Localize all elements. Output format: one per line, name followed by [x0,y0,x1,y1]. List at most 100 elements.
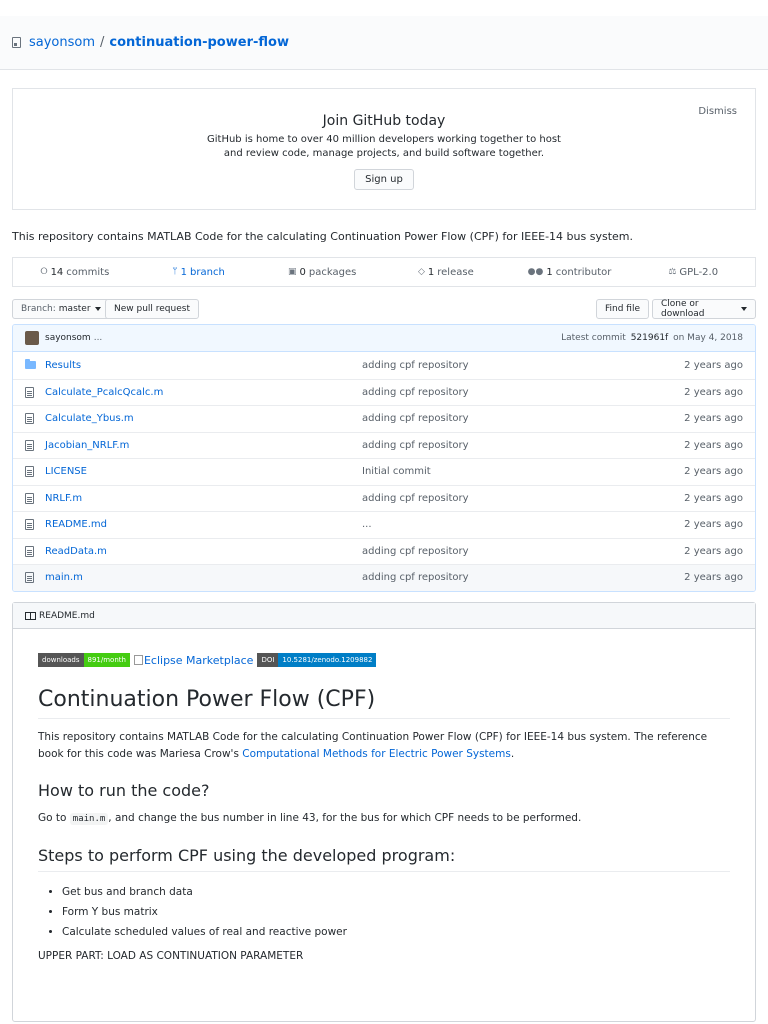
avatar[interactable] [25,331,39,345]
file-name-link[interactable]: Jacobian_NRLF.m [45,440,362,451]
commit-message-link[interactable]: adding cpf repository [362,413,684,424]
numbers-summary: ⭘ 14 commits ᛘ 1 branch ▣ 0 packages ◇ 1… [12,257,756,287]
commit-message-link[interactable]: adding cpf repository [362,493,684,504]
doi-badge-label: DOI [257,653,279,667]
step-item: Calculate scheduled values of real and r… [62,922,730,942]
repo-owner-link[interactable]: sayonsom [29,35,95,50]
file-name-link[interactable]: LICENSE [45,466,362,477]
table-row: README.md... 2 years ago [13,511,755,538]
commit-age: 2 years ago [684,519,743,531]
signup-button[interactable]: Sign up [354,169,414,190]
chevron-down-icon [94,307,101,311]
license-link[interactable]: ⚖ GPL-2.0 [631,258,755,286]
file-name-link[interactable]: Results [45,360,362,371]
commits-count: 14 [50,266,64,278]
commits-label: commits [66,266,110,278]
latest-commit-label: Latest commit [561,333,626,343]
new-pull-request-button[interactable]: New pull request [105,299,199,319]
branch-count: 1 [180,266,188,278]
file-name-link[interactable]: ReadData.m [45,546,362,557]
readme-box: README.md downloads 891/month Eclipse Ma… [12,602,756,1022]
readme-filename: README.md [39,610,95,621]
signup-title: Join GitHub today [322,113,446,129]
broken-image-icon [133,655,143,665]
find-file-button[interactable]: Find file [596,299,650,319]
commit-tease: sayonsom ... Latest commit 521961f on Ma… [13,325,755,352]
branch-select[interactable]: Branch: master [12,299,110,319]
doi-badge[interactable]: DOI 10.5281/zenodo.1209882 [257,653,377,667]
packages-link[interactable]: ▣ 0 packages [260,258,384,286]
doi-badge-value: 10.5281/zenodo.1209882 [278,653,377,667]
repo-separator: / [100,35,105,50]
file-icon [25,572,41,584]
branch-link[interactable]: ᛘ 1 branch [137,258,261,286]
badges: downloads 891/month Eclipse Marketplace … [38,651,730,669]
commit-sha[interactable]: 521961f [631,333,669,343]
commit-age: 2 years ago [684,492,743,504]
file-name-link[interactable]: NRLF.m [45,493,362,504]
clone-download-button[interactable]: Clone or download [652,299,756,319]
table-row: NRLF.m adding cpf repository 2 years ago [13,484,755,512]
commit-age: 2 years ago [684,439,743,451]
downloads-badge-value: 891/month [83,653,130,667]
commits-link[interactable]: ⭘ 14 commits [13,258,137,286]
branch-label: branch [190,266,225,278]
commit-message-link[interactable]: adding cpf repository [362,440,684,451]
file-icon [25,492,41,504]
eclipse-marketplace-link[interactable]: Eclipse Marketplace [133,653,254,667]
book-icon [25,611,36,620]
table-row: main.m adding cpf repository 2 years ago [13,564,755,591]
license-label: GPL-2.0 [679,266,719,278]
packages-count: 0 [299,266,306,278]
downloads-badge[interactable]: downloads 891/month [38,653,130,667]
commit-age: 2 years ago [684,572,743,584]
law-icon: ⚖ [668,267,677,277]
step-item: Get bus and branch data [62,882,730,902]
reference-book-link[interactable]: Computational Methods for Electric Power… [242,748,511,760]
commit-message-link[interactable]: adding cpf repository [362,572,684,583]
commit-message-link[interactable]: adding cpf repository [362,360,684,371]
signup-text-line2: and review code, manage projects, and bu… [223,148,545,159]
eclipse-marketplace-alt: Eclipse Marketplace [143,653,254,667]
commit-message-link[interactable]: ... [362,519,684,530]
dismiss-button[interactable]: Dismiss [698,106,737,117]
steps-list: Get bus and branch data Form Y bus matri… [38,882,730,942]
contributor-label: contributor [555,266,612,278]
commit-ellipsis[interactable]: ... [94,333,103,343]
readme-body: downloads 891/month Eclipse Marketplace … [13,629,755,965]
commit-date: on May 4, 2018 [673,333,743,343]
file-name-link[interactable]: README.md [45,519,362,530]
release-label: release [437,266,474,278]
contributor-count: 1 [546,266,553,278]
how-to-run-pre: Go to [38,812,70,824]
file-icon [25,519,41,531]
file-icon [25,386,41,398]
commit-message-link[interactable]: adding cpf repository [362,387,684,398]
table-row: Jacobian_NRLF.m adding cpf repository 2 ye… [13,431,755,459]
how-to-run-post: , and change the bus number in line 43, … [108,812,582,824]
commit-message-link[interactable]: Initial commit [362,466,684,477]
commit-age: 2 years ago [684,545,743,557]
commit-age: 2 years ago [684,413,743,425]
table-row: Results adding cpf repository 2 years ago [13,352,755,379]
file-icon [25,413,41,425]
package-icon: ▣ [288,267,297,277]
release-count: 1 [427,266,435,278]
top-strip [0,0,768,16]
commit-age: 2 years ago [684,466,743,478]
file-name-link[interactable]: Calculate_Ybus.m [45,413,362,424]
commit-message-link[interactable]: adding cpf repository [362,546,684,557]
file-name-link[interactable]: Calculate_PcalcQcalc.m [45,387,362,398]
upper-part-text: UPPER PART: LOAD AS CONTINUATION PARAMET… [38,950,304,962]
how-to-run-text: Go to main.m, and change the bus number … [38,810,730,828]
repo-icon [12,37,21,48]
people-icon: ●● [527,267,544,277]
repo-name-link[interactable]: continuation-power-flow [109,35,289,50]
release-link[interactable]: ◇ 1 release [384,258,508,286]
tag-icon: ◇ [417,267,425,277]
step-item: Form Y bus matrix [62,902,730,922]
file-icon [25,545,41,557]
file-name-link[interactable]: main.m [45,572,362,583]
commit-author[interactable]: sayonsom [45,333,91,343]
contributor-link[interactable]: ●● 1 contributor [508,258,632,286]
